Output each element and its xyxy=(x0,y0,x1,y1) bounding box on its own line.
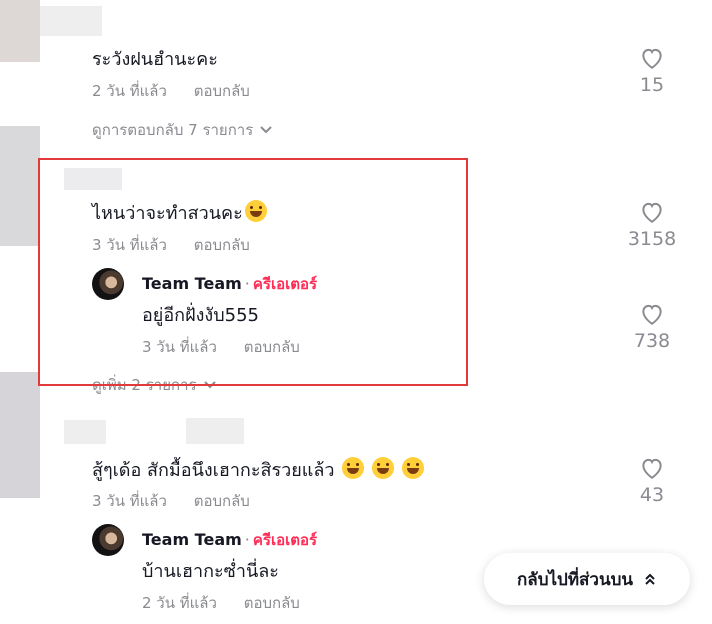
like-count: 3158 xyxy=(627,228,677,250)
like-count: 43 xyxy=(639,484,665,506)
grinning-emoji xyxy=(401,457,424,479)
blurred-avatar xyxy=(0,372,40,498)
comment-meta: 3 วัน ที่แล้ว ตอบกลับ xyxy=(92,489,250,513)
blurred-avatar xyxy=(0,126,40,246)
like-button[interactable]: 43 xyxy=(612,456,692,506)
reply-button[interactable]: ตอบกลับ xyxy=(194,492,250,510)
reply-author: Team Team · ครีเอเตอร์ xyxy=(142,528,317,552)
double-chevron-up-icon xyxy=(645,573,655,585)
heart-outline-icon xyxy=(642,202,662,223)
like-button[interactable]: 738 xyxy=(612,302,692,352)
comment-text: สู้ๆเด้อ สักมื้อนึงเฮากะสิรวยแล้ว xyxy=(92,455,424,484)
heart-outline-icon xyxy=(642,304,662,325)
view-replies-button[interactable]: ดูการตอบกลับ 7 รายการ xyxy=(92,118,273,142)
blurred-avatar xyxy=(0,0,40,62)
back-to-top-label: กลับไปที่ส่วนบน xyxy=(516,569,633,590)
comment-text: ระวังฝนฮำนะคะ xyxy=(92,49,218,70)
reply-meta: 2 วัน ที่แล้ว ตอบกลับ xyxy=(142,591,300,615)
creator-badge: ครีเอเตอร์ xyxy=(252,531,318,549)
view-replies-label: ดูการตอบกลับ 7 รายการ xyxy=(92,121,254,139)
like-button[interactable]: 15 xyxy=(612,46,692,96)
comment-time: 3 วัน ที่แล้ว xyxy=(92,492,167,510)
grinning-sweat-emoji xyxy=(342,457,365,479)
highlight-box xyxy=(38,158,468,386)
back-to-top-button[interactable]: กลับไปที่ส่วนบน xyxy=(484,553,690,605)
avatar[interactable] xyxy=(92,524,124,556)
comment-meta: 2 วัน ที่แล้ว ตอบกลับ xyxy=(92,79,250,103)
author-name[interactable]: Team Team xyxy=(142,530,242,549)
separator: · xyxy=(244,530,250,549)
reply-button[interactable]: ตอบกลับ xyxy=(244,594,300,612)
comment-time: 2 วัน ที่แล้ว xyxy=(92,82,167,100)
comment-text-body: สู้ๆเด้อ สักมื้อนึงเฮากะสิรวยแล้ว xyxy=(92,460,335,481)
reply-text: บ้านเฮากะซ่ำนี่ละ xyxy=(142,561,279,582)
blurred-username xyxy=(186,418,244,444)
heart-outline-icon xyxy=(642,458,662,479)
like-count: 15 xyxy=(639,74,665,96)
like-button[interactable]: 3158 xyxy=(612,200,692,250)
reply-time: 2 วัน ที่แล้ว xyxy=(142,594,217,612)
heart-outline-icon xyxy=(642,48,662,69)
blurred-username xyxy=(64,420,106,444)
like-count: 738 xyxy=(633,330,671,352)
chevron-down-icon xyxy=(260,126,272,134)
laughing-emoji xyxy=(372,457,395,479)
reply-button[interactable]: ตอบกลับ xyxy=(194,82,250,100)
blurred-username xyxy=(40,6,102,36)
